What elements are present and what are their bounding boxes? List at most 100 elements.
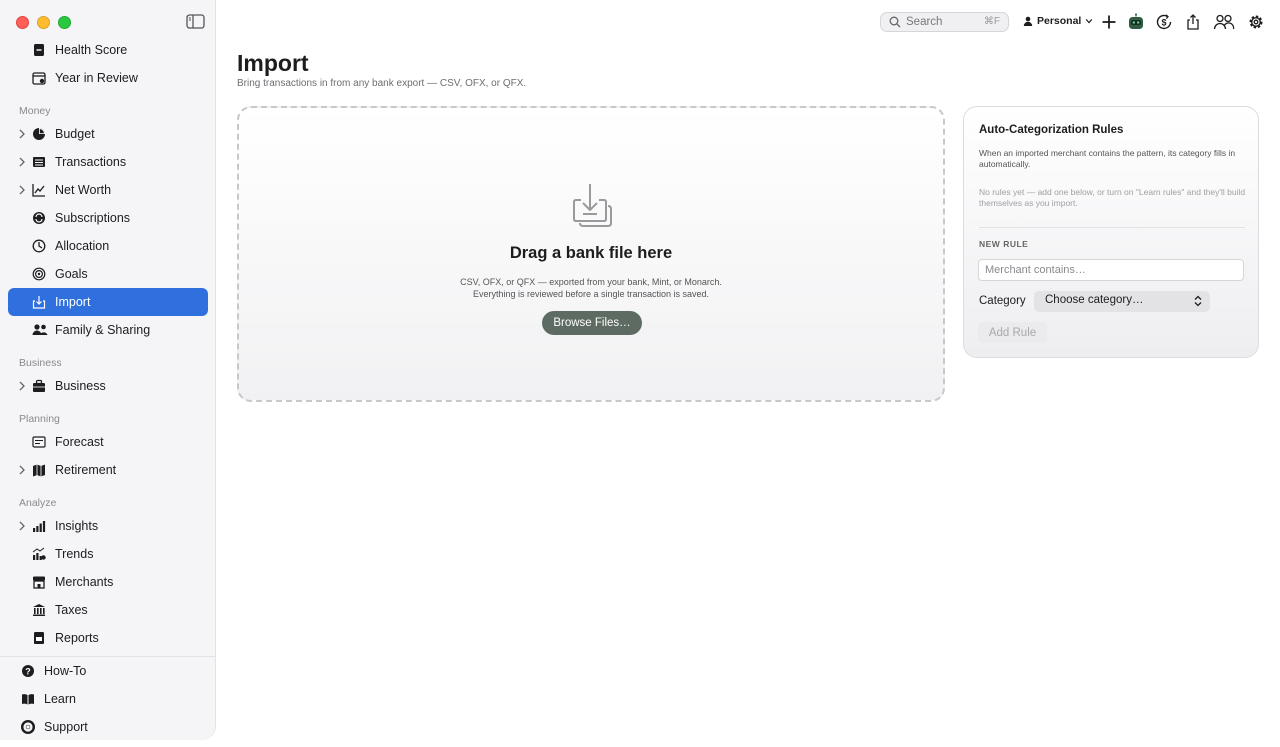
sidebar-item-label: Allocation <box>55 239 110 253</box>
drop-zone-title: Drag a bank file here <box>509 244 673 262</box>
sidebar-item-goals[interactable]: Goals <box>8 260 208 288</box>
assistant-robot-icon[interactable] <box>1127 13 1145 31</box>
merchant-pattern-input[interactable] <box>978 259 1244 281</box>
family-people-icon[interactable] <box>1213 13 1235 31</box>
report-icon <box>34 632 44 644</box>
health-score-icon <box>34 44 44 56</box>
chevron-right-icon[interactable] <box>18 185 26 195</box>
sidebar-toggle-icon[interactable] <box>186 14 205 29</box>
sidebar-item-label: Merchants <box>55 575 114 589</box>
sidebar-item-budget[interactable]: Budget <box>8 120 208 148</box>
sidebar-item-label: Support <box>44 720 88 734</box>
sidebar-item-support[interactable]: Support <box>0 713 216 741</box>
sidebar-item-family-sharing[interactable]: Family & Sharing <box>8 316 208 344</box>
lifebuoy-icon <box>21 720 35 734</box>
sidebar: Health Score Year in Review Money Budget… <box>0 0 216 740</box>
search-icon <box>889 16 901 28</box>
sidebar-item-transactions[interactable]: Transactions <box>8 148 208 176</box>
map-icon <box>33 464 45 477</box>
close-window-button[interactable] <box>16 16 29 29</box>
sidebar-item-taxes[interactable]: Taxes <box>8 596 208 624</box>
bar-chart-icon <box>33 521 46 532</box>
line-chart-icon <box>32 184 45 197</box>
zoom-window-button[interactable] <box>58 16 71 29</box>
browse-files-button[interactable]: Browse Files… <box>542 311 642 335</box>
search-placeholder: Search <box>906 16 943 28</box>
sidebar-item-net-worth[interactable]: Net Worth <box>8 176 208 204</box>
chevron-right-icon[interactable] <box>18 129 26 139</box>
gear-icon[interactable] <box>1247 13 1265 31</box>
auto-categorization-panel: Auto-Categorization Rules When an import… <box>963 106 1259 358</box>
storefront-icon <box>33 576 45 589</box>
app-window: Health Score Year in Review Money Budget… <box>0 0 1280 747</box>
question-circle-icon: ? <box>22 665 34 677</box>
sidebar-item-allocation[interactable]: Allocation <box>8 232 208 260</box>
up-down-chevron-icon <box>1194 295 1202 307</box>
search-shortcut: ⌘F <box>983 16 1000 27</box>
sidebar-item-merchants[interactable]: Merchants <box>8 568 208 596</box>
section-label-analyze: Analyze <box>19 497 57 509</box>
sidebar-item-health-score[interactable]: Health Score <box>8 36 208 64</box>
sidebar-item-label: How-To <box>44 664 87 678</box>
category-label: Category <box>979 295 1026 307</box>
sidebar-item-label: Subscriptions <box>55 211 131 225</box>
panel-description: When an imported merchant contains the p… <box>979 148 1236 169</box>
person-icon <box>1023 16 1033 26</box>
sidebar-item-insights[interactable]: Insights <box>8 512 208 540</box>
sidebar-item-trends[interactable]: Trends <box>8 540 208 568</box>
window-controls <box>16 16 71 29</box>
sidebar-item-label: Transactions <box>55 155 127 169</box>
empty-rules-message: No rules yet — add one below, or turn on… <box>979 187 1246 208</box>
sidebar-footer: ? How-To Learn Support <box>0 656 216 741</box>
trends-icon <box>32 547 46 560</box>
add-rule-button[interactable]: Add Rule <box>978 322 1047 343</box>
sidebar-item-label: Learn <box>44 692 76 706</box>
forecast-icon <box>32 436 46 448</box>
svg-text:$: $ <box>1161 18 1166 28</box>
search-field[interactable]: Search ⌘F <box>880 12 1009 32</box>
dollar-refresh-icon[interactable]: $ <box>1155 13 1173 31</box>
chevron-right-icon[interactable] <box>18 521 26 531</box>
sidebar-item-learn[interactable]: Learn <box>0 685 216 713</box>
chevron-right-icon[interactable] <box>18 157 26 167</box>
sidebar-item-year-in-review[interactable]: Year in Review <box>8 64 208 92</box>
drop-zone-description: CSV, OFX, or QFX — exported from your ba… <box>239 276 943 300</box>
chevron-down-icon <box>1086 19 1093 24</box>
section-label-planning: Planning <box>19 413 60 425</box>
share-icon[interactable] <box>1184 13 1202 31</box>
chevron-right-icon[interactable] <box>18 465 26 475</box>
panel-title: Auto-Categorization Rules <box>979 124 1124 136</box>
minimize-window-button[interactable] <box>37 16 50 29</box>
category-select-value: Choose category… <box>1045 294 1144 306</box>
sidebar-item-label: Trends <box>55 547 94 561</box>
sidebar-item-label: Reports <box>55 631 99 645</box>
bank-building-icon <box>33 604 45 616</box>
toolbar: Search ⌘F Personal $ <box>872 7 1272 37</box>
sidebar-nav: Health Score Year in Review Money Budget… <box>0 36 216 652</box>
chevron-right-icon[interactable] <box>18 381 26 391</box>
sidebar-item-reports[interactable]: Reports <box>8 624 208 652</box>
sidebar-item-forecast[interactable]: Forecast <box>8 428 208 456</box>
list-icon <box>33 157 45 167</box>
people-icon <box>32 324 48 335</box>
svg-text:?: ? <box>25 666 31 676</box>
drop-zone-desc-line-1: CSV, OFX, or QFX — exported from your ba… <box>460 277 722 287</box>
sidebar-item-label: Retirement <box>55 463 117 477</box>
sidebar-item-how-to[interactable]: ? How-To <box>0 657 216 685</box>
sidebar-item-label: Net Worth <box>55 183 112 197</box>
file-drop-zone[interactable]: Drag a bank file here CSV, OFX, or QFX —… <box>237 106 945 402</box>
calendar-icon <box>32 72 46 85</box>
sidebar-item-label: Taxes <box>55 603 88 617</box>
import-tray-icon <box>32 296 46 309</box>
category-select[interactable]: Choose category… <box>1034 291 1210 312</box>
sidebar-item-retirement[interactable]: Retirement <box>8 456 208 484</box>
subscriptions-icon <box>33 212 45 224</box>
sidebar-item-subscriptions[interactable]: Subscriptions <box>8 204 208 232</box>
sidebar-item-import[interactable]: Import <box>8 288 208 316</box>
sidebar-item-label: Goals <box>55 267 88 281</box>
divider <box>979 227 1245 228</box>
clock-pie-icon <box>32 239 46 253</box>
add-icon[interactable] <box>1100 13 1118 31</box>
profile-switcher[interactable]: Personal <box>1023 15 1093 27</box>
sidebar-item-business[interactable]: Business <box>8 372 208 400</box>
